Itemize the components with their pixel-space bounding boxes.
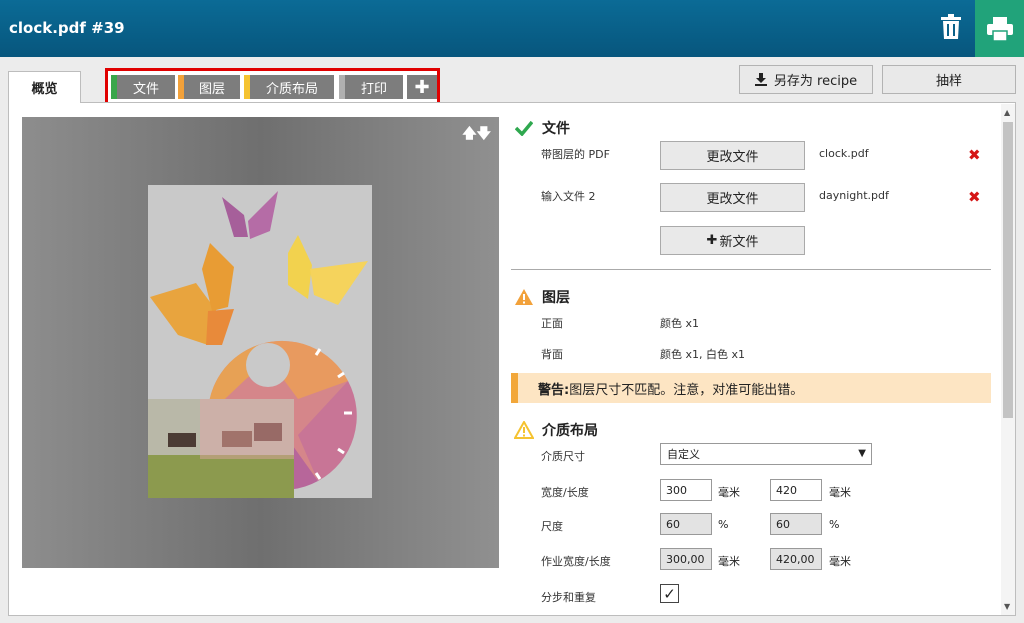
workflow-step-bar: 文件 图层 介质布局 打印 ✚ <box>105 68 440 105</box>
job-width-input: 300,00 <box>660 548 712 570</box>
job-length-input: 420,00 <box>770 548 822 570</box>
warning-outline-icon <box>514 421 534 439</box>
job-size-label: 作业宽度/长度 <box>541 555 611 568</box>
media-title-text: 介质布局 <box>542 423 598 439</box>
save-as-recipe-label: 另存为 recipe <box>773 74 858 89</box>
layer-back-label: 背面 <box>541 348 563 361</box>
layer-back-value: 颜色 x1, 白色 x1 <box>660 348 746 361</box>
file-row-label: 带图层的 PDF <box>541 148 610 161</box>
layers-section-title: 图层 <box>514 287 570 307</box>
media-size-value: 自定义 <box>667 448 700 461</box>
app-header: clock.pdf #39 <box>0 0 1024 57</box>
step-print-label: 打印 <box>360 81 387 97</box>
unit-percent: % <box>829 518 840 531</box>
unit-mm: 毫米 <box>718 555 740 568</box>
step-media-layout[interactable]: 介质布局 <box>244 75 334 99</box>
sheet-preview <box>148 185 372 498</box>
tab-overview[interactable]: 概览 <box>8 71 81 103</box>
print-button[interactable] <box>975 0 1024 57</box>
new-file-label: 新文件 <box>719 235 759 250</box>
scroll-down-icon[interactable]: ▼ <box>1004 602 1010 611</box>
scrollbar-thumb[interactable] <box>1003 122 1013 418</box>
printer-icon <box>987 17 1013 41</box>
change-file-button[interactable]: 更改文件 <box>660 183 805 212</box>
media-size-label: 介质尺寸 <box>541 450 585 463</box>
width-length-label: 宽度/长度 <box>541 486 589 499</box>
remove-file-icon[interactable]: ✖ <box>968 146 981 164</box>
media-section-title: 介质布局 <box>514 420 598 440</box>
unit-mm: 毫米 <box>829 486 851 499</box>
flip-arrows-icon[interactable]: 🡅🡇 <box>462 123 491 147</box>
file-name: daynight.pdf <box>819 189 889 202</box>
plus-icon: ✚ <box>706 233 718 248</box>
dropdown-caret-icon: ▼ <box>858 448 866 459</box>
section-divider <box>511 269 991 270</box>
step-repeat-label: 分步和重复 <box>541 591 596 604</box>
step-repeat-checkbox[interactable]: ✓ <box>660 584 679 603</box>
step-print-indicator <box>339 75 345 99</box>
main-panel: 🡅🡇 ▲ ▼ <box>8 102 1016 616</box>
add-step-button[interactable]: ✚ <box>407 75 437 99</box>
artwork-image <box>148 191 368 498</box>
check-icon <box>514 119 534 137</box>
file-name: clock.pdf <box>819 147 869 160</box>
files-section-title: 文件 <box>514 118 570 138</box>
layers-title-text: 图层 <box>542 290 570 306</box>
layer-warning-banner: 警告: 图层尺寸不匹配。注意，对准可能出错。 <box>511 373 991 403</box>
layer-front-label: 正面 <box>541 317 563 330</box>
scale-x-input: 60 <box>660 513 712 535</box>
step-media-indicator <box>244 75 250 99</box>
step-files-indicator <box>111 75 117 99</box>
preview-area[interactable]: 🡅🡇 <box>22 117 499 568</box>
scale-label: 尺度 <box>541 520 563 533</box>
unit-mm: 毫米 <box>829 555 851 568</box>
new-file-button[interactable]: ✚ 新文件 <box>660 226 805 255</box>
step-media-label: 介质布局 <box>265 81 318 97</box>
unit-mm: 毫米 <box>718 486 740 499</box>
step-layers-indicator <box>178 75 184 99</box>
file-row-label: 输入文件 2 <box>541 190 596 203</box>
step-layers-label: 图层 <box>198 81 225 97</box>
unit-percent: % <box>718 518 729 531</box>
save-as-recipe-button[interactable]: 另存为 recipe <box>739 65 873 94</box>
scroll-up-icon[interactable]: ▲ <box>1004 108 1010 117</box>
change-file-button[interactable]: 更改文件 <box>660 141 805 170</box>
warning-icon <box>514 288 534 306</box>
download-icon <box>754 73 767 86</box>
step-files[interactable]: 文件 <box>111 75 175 99</box>
step-layers[interactable]: 图层 <box>178 75 240 99</box>
warning-text: 图层尺寸不匹配。注意，对准可能出错。 <box>569 382 804 398</box>
trash-icon[interactable] <box>940 14 962 40</box>
vertical-scrollbar[interactable]: ▲ ▼ <box>1001 104 1015 615</box>
warning-prefix: 警告: <box>538 382 570 398</box>
media-size-select[interactable]: 自定义 ▼ <box>660 443 872 465</box>
files-title-text: 文件 <box>542 121 570 137</box>
layer-front-value: 颜色 x1 <box>660 317 700 330</box>
width-input[interactable]: 300 <box>660 479 712 501</box>
step-files-label: 文件 <box>132 81 159 97</box>
scale-y-input: 60 <box>770 513 822 535</box>
remove-file-icon[interactable]: ✖ <box>968 188 981 206</box>
document-title: clock.pdf #39 <box>9 19 125 37</box>
step-print[interactable]: 打印 <box>339 75 403 99</box>
sample-button[interactable]: 抽样 <box>882 65 1016 94</box>
length-input[interactable]: 420 <box>770 479 822 501</box>
